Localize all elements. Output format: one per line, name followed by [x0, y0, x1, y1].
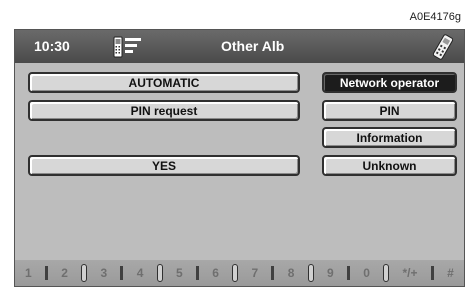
key-hash[interactable]: # — [447, 266, 454, 280]
pin-request-button[interactable]: PIN request — [28, 100, 300, 121]
key-star-plus[interactable]: */+ — [403, 266, 418, 280]
key-separator-pill — [81, 264, 88, 282]
key-0[interactable]: 0 — [363, 266, 370, 280]
phone-signal-icon — [111, 35, 143, 59]
key-9[interactable]: 9 — [327, 266, 334, 280]
key-separator — [271, 266, 275, 280]
key-separator-pill — [232, 264, 239, 282]
key-separator — [430, 266, 434, 280]
key-4[interactable]: 4 — [137, 266, 144, 280]
clock: 10:30 — [34, 38, 70, 54]
key-separator-pill — [156, 264, 163, 282]
unknown-button[interactable]: Unknown — [322, 155, 457, 176]
information-button[interactable]: Information — [322, 127, 457, 148]
key-3[interactable]: 3 — [101, 266, 108, 280]
key-separator-pill — [307, 264, 314, 282]
key-separator — [195, 266, 199, 280]
page-title: Other Alb — [221, 38, 285, 54]
key-separator — [120, 266, 124, 280]
keypad-bar: 1 2 3 4 5 6 7 8 9 0 */+ # — [15, 260, 464, 286]
key-5[interactable]: 5 — [176, 266, 183, 280]
key-7[interactable]: 7 — [252, 266, 259, 280]
key-6[interactable]: 6 — [212, 266, 219, 280]
key-8[interactable]: 8 — [288, 266, 295, 280]
key-separator — [44, 266, 48, 280]
top-bar: 10:30 Other Alb — [15, 30, 464, 63]
key-1[interactable]: 1 — [25, 266, 32, 280]
key-separator — [346, 266, 350, 280]
yes-button[interactable]: YES — [28, 155, 300, 176]
reference-code: A0E4176g — [409, 11, 461, 23]
display-screen: 10:30 Other Alb AUTOMATIC PIN request YE… — [14, 29, 465, 287]
mobile-phone-icon — [432, 33, 454, 61]
pin-button[interactable]: PIN — [322, 100, 457, 121]
key-2[interactable]: 2 — [61, 266, 68, 280]
key-separator-pill — [383, 264, 390, 282]
automatic-button[interactable]: AUTOMATIC — [28, 72, 300, 93]
network-operator-button[interactable]: Network operator — [322, 72, 457, 93]
